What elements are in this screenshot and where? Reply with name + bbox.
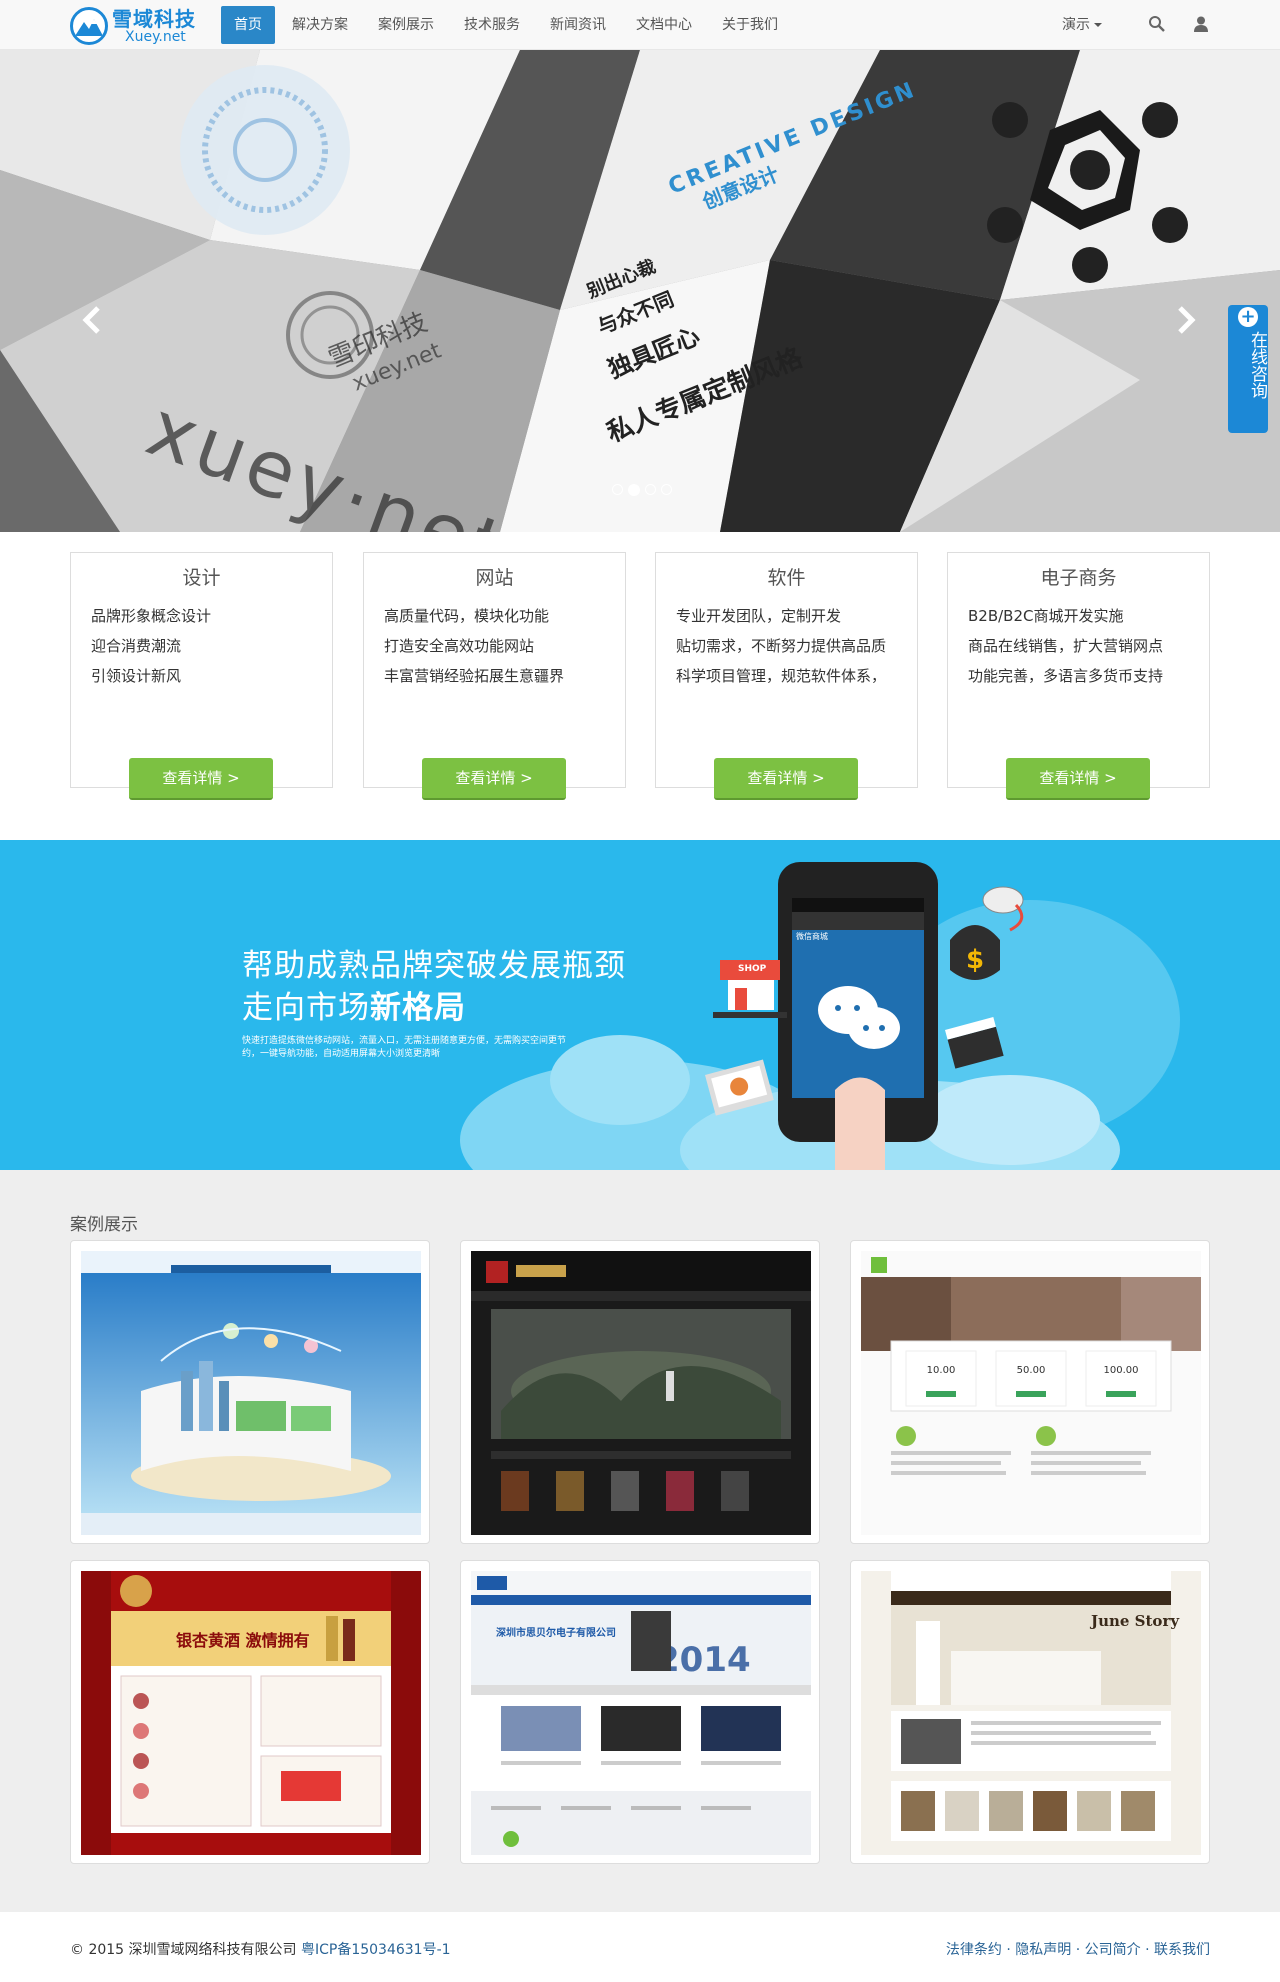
- view-details-button[interactable]: 查看详情 >: [422, 758, 566, 800]
- price-3: 100.00: [1104, 1365, 1139, 1376]
- service-title: 软件: [767, 567, 806, 589]
- hero-carousel: CREATIVE DESIGN 创意设计 雪印科技 xuey.net 别出心裁 …: [0, 50, 1280, 532]
- service-line: 打造安全高效功能网站: [384, 637, 535, 655]
- service-line: 专业开发团队，定制开发: [676, 607, 842, 625]
- service-description: 专业开发团队，定制开发 贴切需求，不断努力提供高品质 科学项目管理，规范软件体系…: [676, 601, 886, 691]
- view-details-button[interactable]: 查看详情 >: [714, 758, 858, 800]
- nav-item-news[interactable]: 新闻资讯: [537, 6, 619, 44]
- view-details-button[interactable]: 查看详情 >: [129, 758, 273, 800]
- banner-illustration: $: [0, 840, 1280, 1170]
- brand-logo[interactable]: 雪域科技 Xuey.net: [70, 3, 200, 47]
- copyright-text: © 2015 深圳雪域网络科技有限公司: [70, 1942, 297, 1958]
- nav-item-about[interactable]: 关于我们: [709, 6, 791, 44]
- cases-section: 案例展示 10.00 50.00 100.00 银杏黄酒 激情拥有 深圳市思贝尔…: [0, 1170, 1280, 1912]
- case-card-city[interactable]: [70, 1240, 430, 1544]
- case-thumbnail: June Story: [861, 1571, 1201, 1855]
- footer-link-privacy[interactable]: 隐私声明: [1015, 1942, 1071, 1958]
- case-card-wine[interactable]: 银杏黄酒 激情拥有: [70, 1560, 430, 1864]
- service-description: B2B/B2C商城开发实施 商品在线销售，扩大营销网点 功能完善，多语言多货币支…: [968, 601, 1163, 691]
- banner-headline-2: 走向市场新格局: [242, 982, 466, 1027]
- case-thumbnail: [471, 1251, 811, 1535]
- plus-icon: +: [1238, 307, 1258, 327]
- carousel-prev-icon[interactable]: [78, 300, 108, 340]
- service-line: B2B/B2C商城开发实施: [968, 607, 1124, 625]
- footer-link-legal[interactable]: 法律条约: [946, 1942, 1002, 1958]
- service-line: 商品在线销售，扩大营销网点: [968, 637, 1164, 655]
- logo-mountain-icon: [70, 7, 108, 45]
- nav-item-home[interactable]: 首页: [221, 6, 275, 44]
- user-icon[interactable]: [1192, 15, 1210, 33]
- service-description: 高质量代码，模块化功能 打造安全高效功能网站 丰富营销经验拓展生意疆界: [384, 601, 564, 691]
- service-title: 网站: [475, 567, 514, 589]
- service-line: 高质量代码，模块化功能: [384, 607, 550, 625]
- case-card-pricing[interactable]: 10.00 50.00 100.00: [850, 1240, 1210, 1544]
- case-thumbnail: [81, 1251, 421, 1535]
- case-card-decor[interactable]: June Story: [850, 1560, 1210, 1864]
- service-line: 贴切需求，不断努力提供高品质: [676, 637, 887, 655]
- demo-dropdown[interactable]: 演示: [1062, 0, 1102, 50]
- service-description: 品牌形象概念设计 迎合消费潮流 引领设计新风: [91, 601, 211, 691]
- nav-item-solutions[interactable]: 解决方案: [279, 6, 361, 44]
- price-2: 50.00: [1017, 1365, 1046, 1376]
- copyright: © 2015 深圳雪域网络科技有限公司 粤ICP备15034631号-1: [70, 1939, 451, 1959]
- banner-headline-1: 帮助成熟品牌突破发展瓶颈: [242, 948, 626, 984]
- wine-headline: 银杏黄酒 激情拥有: [176, 1631, 310, 1650]
- electronics-headline: 深圳市思贝尔电子有限公司: [496, 1626, 616, 1639]
- price-1: 10.00: [927, 1365, 956, 1376]
- case-card-electronics[interactable]: 深圳市思贝尔电子有限公司 2014: [460, 1560, 820, 1864]
- banner-description: 快速打造提炼微信移动网站，流量入口，无需注册随意更方便，无需购买空间更节约，一键…: [242, 1036, 567, 1059]
- cases-title: 案例展示: [70, 1215, 138, 1235]
- decor-headline: June Story: [1089, 1612, 1180, 1630]
- nav-item-tech-services[interactable]: 技术服务: [451, 6, 533, 44]
- view-details-button[interactable]: 查看详情 >: [1006, 758, 1150, 800]
- banner-headline-2-prefix: 走向市场: [242, 990, 370, 1026]
- caret-down-icon: [1094, 23, 1102, 27]
- services-section: 设计 品牌形象概念设计 迎合消费潮流 引领设计新风 查看详情 > 网站 高质量代…: [70, 552, 1210, 800]
- service-line: 引领设计新风: [91, 667, 182, 685]
- service-card-design: 设计 品牌形象概念设计 迎合消费潮流 引领设计新风 查看详情 >: [70, 552, 333, 800]
- service-title: 电子商务: [1040, 567, 1117, 589]
- wechat-promo-banner: $ 帮助成熟品牌突破发展瓶颈 走向市场新格局 快速打造提炼微信移动网站，流量入口…: [0, 840, 1280, 1170]
- case-thumbnail: 银杏黄酒 激情拥有: [81, 1571, 421, 1855]
- online-consult-label: 在线咨询: [1247, 331, 1267, 399]
- carousel-dot-1[interactable]: [612, 484, 623, 495]
- case-card-dark[interactable]: [460, 1240, 820, 1544]
- service-line: 功能完善，多语言多货币支持: [968, 667, 1164, 685]
- carousel-next-icon[interactable]: [1170, 300, 1200, 340]
- footer-links: 法律条约 · 隐私声明 · 公司简介 · 联系我们: [945, 1942, 1210, 1958]
- service-title: 设计: [182, 567, 221, 589]
- nav-item-cases[interactable]: 案例展示: [365, 6, 447, 44]
- service-card-software: 软件 专业开发团队，定制开发 贴切需求，不断努力提供高品质 科学项目管理，规范软…: [655, 552, 918, 800]
- service-line: 迎合消费潮流: [91, 637, 182, 655]
- footer-link-contact[interactable]: 联系我们: [1154, 1942, 1210, 1958]
- main-nav: 首页 解决方案 案例展示 技术服务 新闻资讯 文档中心 关于我们: [221, 6, 795, 44]
- carousel-indicators: [612, 484, 672, 496]
- icp-link[interactable]: 粤ICP备15034631号-1: [301, 1942, 451, 1958]
- service-line: 丰富营销经验拓展生意疆界: [384, 667, 565, 685]
- service-line: 科学项目管理，规范软件体系，: [676, 667, 887, 685]
- svg-text:$: $: [966, 945, 984, 975]
- demo-label: 演示: [1062, 17, 1090, 33]
- search-icon[interactable]: [1148, 15, 1166, 33]
- online-consult-button[interactable]: + 在线咨询: [1228, 305, 1268, 433]
- carousel-dot-3[interactable]: [645, 484, 656, 495]
- carousel-dot-4[interactable]: [661, 484, 672, 495]
- footer: © 2015 深圳雪域网络科技有限公司 粤ICP备15034631号-1 法律条…: [0, 1912, 1280, 1982]
- shop-sign: SHOP: [738, 964, 767, 974]
- case-thumbnail: 10.00 50.00 100.00: [861, 1251, 1201, 1535]
- case-thumbnail: 深圳市思贝尔电子有限公司 2014: [471, 1571, 811, 1855]
- brand-name-en: Xuey.net: [125, 29, 186, 45]
- service-card-website: 网站 高质量代码，模块化功能 打造安全高效功能网站 丰富营销经验拓展生意疆界 查…: [363, 552, 626, 800]
- brand-name-cn: 雪域科技: [112, 7, 196, 31]
- service-card-ecommerce: 电子商务 B2B/B2C商城开发实施 商品在线销售，扩大营销网点 功能完善，多语…: [947, 552, 1210, 800]
- service-line: 品牌形象概念设计: [91, 607, 212, 625]
- navbar: 雪域科技 Xuey.net 首页 解决方案 案例展示 技术服务 新闻资讯 文档中…: [0, 0, 1280, 50]
- nav-item-docs[interactable]: 文档中心: [623, 6, 705, 44]
- footer-link-about[interactable]: 公司简介: [1085, 1942, 1141, 1958]
- carousel-dot-2[interactable]: [628, 484, 640, 496]
- banner-headline-2-bold: 新格局: [370, 990, 466, 1026]
- phone-screen-title: 微信商城: [796, 932, 828, 941]
